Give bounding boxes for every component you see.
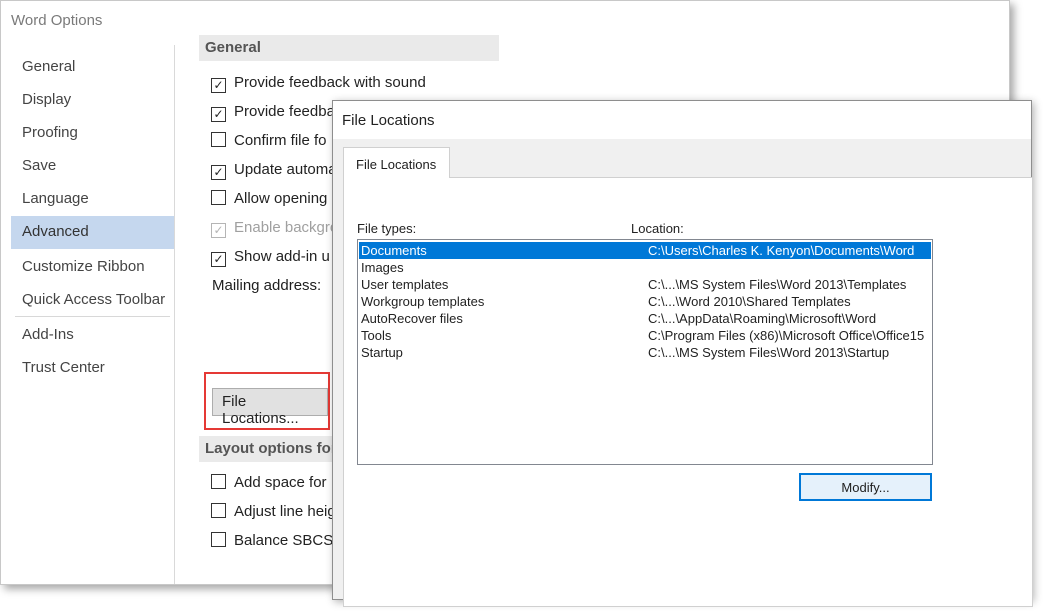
nav-item-general[interactable]: General	[11, 51, 174, 84]
checkbox-checked[interactable]: ✓	[211, 107, 226, 122]
file-type: Workgroup templates	[361, 294, 485, 309]
title-bar: Word Options	[1, 1, 1009, 41]
option-label: Adjust line heig	[234, 503, 336, 520]
location-header: Location:	[631, 221, 684, 236]
option-update-automatic-links[interactable]: ✓ Update automa	[211, 161, 337, 183]
option-label: Enable backgro	[234, 219, 339, 236]
dialog-title-bar: File Locations	[333, 101, 1031, 139]
file-location: C:\Program Files (x86)\Microsoft Office\…	[648, 328, 925, 343]
modify-button[interactable]: Modify...	[799, 473, 932, 501]
checkbox-checked[interactable]: ✓	[211, 165, 226, 180]
option-label: Balance SBCS c	[234, 532, 345, 549]
checkbox-unchecked[interactable]	[211, 190, 226, 205]
nav-item-language[interactable]: Language	[11, 183, 174, 216]
file-type: AutoRecover files	[361, 311, 463, 326]
checkbox-checked[interactable]: ✓	[211, 78, 226, 93]
checkbox-checked-disabled: ✓	[211, 223, 226, 238]
nav-item-display[interactable]: Display	[11, 84, 174, 117]
option-confirm-file-format[interactable]: Confirm file fo	[211, 132, 327, 154]
option-balance-sbcs[interactable]: Balance SBCS c	[211, 532, 345, 554]
checkbox-unchecked[interactable]	[211, 503, 226, 518]
nav-item-save[interactable]: Save	[11, 150, 174, 183]
nav-item-proofing[interactable]: Proofing	[11, 117, 174, 150]
nav-item-trust-center[interactable]: Trust Center	[11, 352, 174, 385]
nav-divider	[15, 316, 170, 317]
checkbox-checked[interactable]: ✓	[211, 252, 226, 267]
option-provide-feedback-sound[interactable]: ✓ Provide feedback with sound	[211, 74, 426, 96]
file-locations-dialog: File Locations File Locations File types…	[332, 100, 1033, 607]
file-location: C:\Users\Charles K. Kenyon\Documents\Wor…	[648, 243, 915, 258]
checkbox-unchecked[interactable]	[211, 474, 226, 489]
option-label: Update automa	[234, 161, 337, 178]
list-item[interactable]: User templates C:\...\MS System Files\Wo…	[359, 276, 931, 293]
file-type: Tools	[361, 328, 392, 343]
list-item[interactable]: Startup C:\...\MS System Files\Word 2013…	[359, 344, 931, 361]
nav-item-advanced[interactable]: Advanced	[11, 216, 174, 249]
file-locations-button[interactable]: File Locations...	[212, 388, 328, 427]
option-label: Allow opening	[234, 190, 328, 207]
checkbox-unchecked[interactable]	[211, 132, 226, 147]
list-item[interactable]: Documents C:\Users\Charles K. Kenyon\Doc…	[359, 242, 931, 259]
option-label: Provide feedba	[234, 103, 335, 120]
file-location: C:\...\MS System Files\Word 2013\Templat…	[648, 277, 907, 292]
option-label: Confirm file fo	[234, 132, 327, 149]
file-locations-list[interactable]: Documents C:\Users\Charles K. Kenyon\Doc…	[357, 239, 933, 465]
option-show-add-in-errors[interactable]: ✓ Show add-in u	[211, 248, 330, 270]
file-type: Startup	[361, 345, 403, 360]
file-types-header: File types:	[357, 221, 417, 236]
tab-file-locations[interactable]: File Locations	[343, 147, 450, 178]
mailing-address-label: Mailing address:	[212, 277, 321, 294]
nav-item-add-ins[interactable]: Add-Ins	[11, 319, 174, 352]
option-label: Show add-in u	[234, 248, 330, 265]
file-type: Images	[361, 260, 404, 275]
file-location: C:\...\AppData\Roaming\Microsoft\Word	[648, 311, 877, 326]
list-item[interactable]: AutoRecover files C:\...\AppData\Roaming…	[359, 310, 931, 327]
list-item[interactable]: Workgroup templates C:\...\Word 2010\Sha…	[359, 293, 931, 310]
option-adjust-line-height[interactable]: Adjust line heig	[211, 503, 336, 525]
list-item[interactable]: Tools C:\Program Files (x86)\Microsoft O…	[359, 327, 931, 344]
file-location: C:\...\Word 2010\Shared Templates	[648, 294, 851, 309]
list-item[interactable]: Images	[359, 259, 931, 276]
mailing-address-text: Mailing address:	[212, 277, 322, 294]
option-label: Provide feedback with sound	[234, 74, 426, 91]
checkbox-unchecked[interactable]	[211, 532, 226, 547]
file-type: User templates	[361, 277, 449, 292]
options-nav: General Display Proofing Save Language A…	[9, 45, 175, 584]
nav-item-quick-access-toolbar[interactable]: Quick Access Toolbar	[11, 284, 174, 317]
option-label: Add space for	[234, 474, 327, 491]
file-type: Documents	[361, 243, 427, 258]
option-allow-opening-draft[interactable]: Allow opening	[211, 190, 327, 212]
nav-item-customize-ribbon[interactable]: Customize Ribbon	[11, 251, 174, 284]
option-add-space-for[interactable]: Add space for	[211, 474, 327, 496]
option-enable-background-repagination: ✓ Enable backgro	[211, 219, 338, 241]
dialog-title: File Locations	[342, 112, 435, 129]
option-provide-feedback-animation[interactable]: ✓ Provide feedba	[211, 103, 335, 125]
file-location: C:\...\MS System Files\Word 2013\Startup	[648, 345, 890, 360]
section-header-general: General	[199, 35, 499, 61]
window-title: Word Options	[11, 12, 103, 29]
